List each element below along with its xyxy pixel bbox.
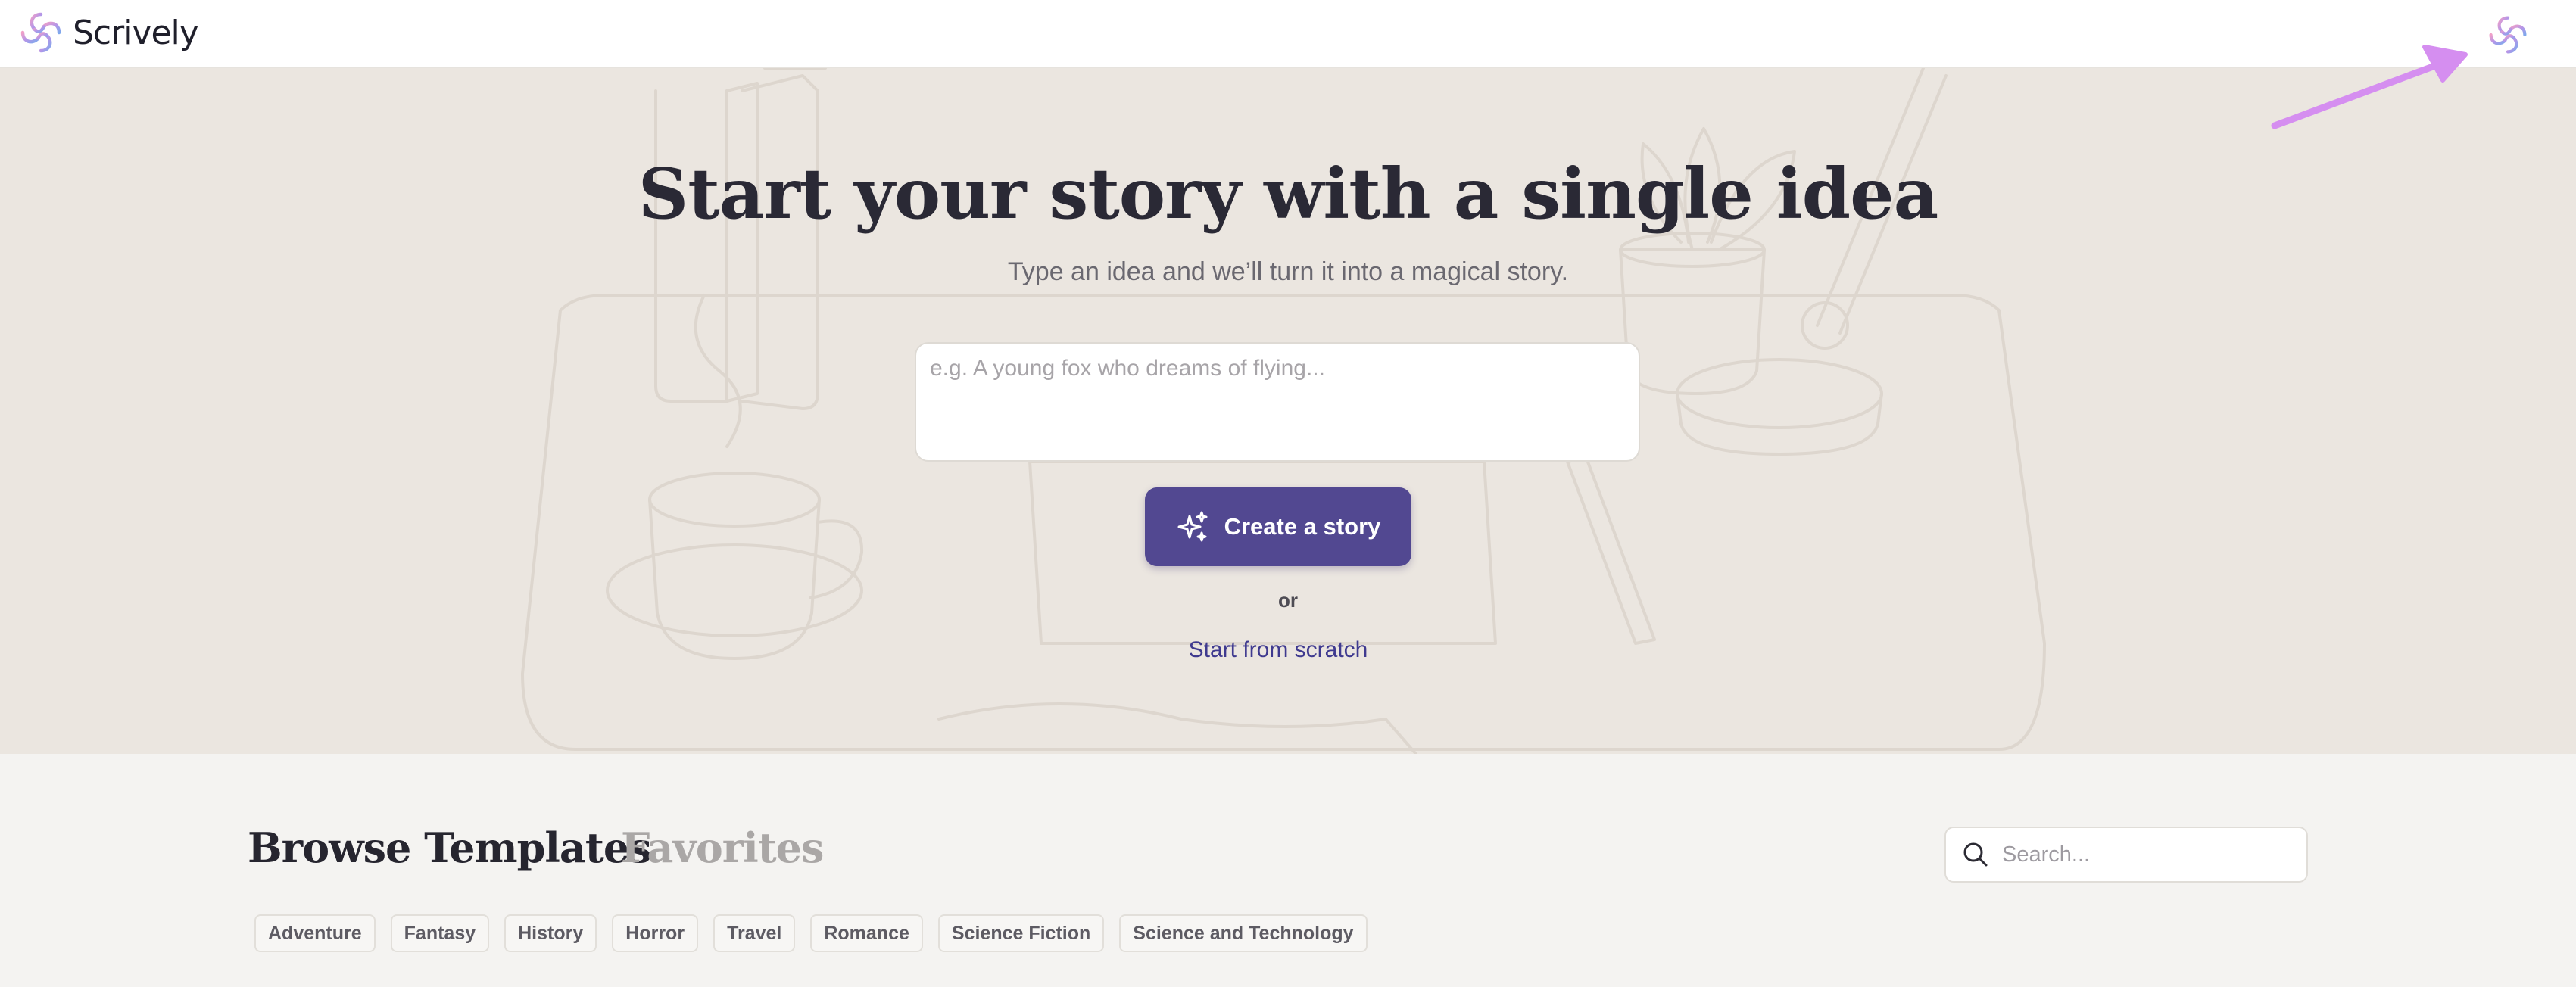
account-menu-icon[interactable] xyxy=(2487,14,2529,56)
category-chip-history[interactable]: History xyxy=(504,914,597,952)
template-search-input[interactable] xyxy=(2001,841,2296,868)
category-chip-romance[interactable]: Romance xyxy=(810,914,923,952)
search-icon xyxy=(1963,842,1988,867)
start-from-scratch-link[interactable]: Start from scratch xyxy=(1136,637,1421,672)
category-filter-list: Adventure Fantasy History Horror Travel … xyxy=(254,914,1368,952)
brand-name: Scrively xyxy=(73,13,199,52)
category-chip-science-and-technology[interactable]: Science and Technology xyxy=(1119,914,1368,952)
tab-favorites[interactable]: Favorites xyxy=(621,824,824,872)
create-story-button[interactable]: Create a story xyxy=(1145,487,1411,566)
category-chip-travel[interactable]: Travel xyxy=(713,914,796,952)
template-search-box[interactable] xyxy=(1944,827,2308,883)
story-idea-input[interactable] xyxy=(915,342,1640,462)
category-chip-horror[interactable]: Horror xyxy=(612,914,699,952)
hero-title: Start your story with a single idea xyxy=(638,153,1938,235)
hero-section: Start your story with a single idea Type… xyxy=(0,68,2576,754)
or-divider-text: or xyxy=(1278,589,1298,612)
top-navigation-bar: Scrively xyxy=(0,0,2576,68)
brand-home-link[interactable]: Scrively xyxy=(18,9,199,56)
annotation-arrow-icon xyxy=(2271,45,2468,129)
tab-browse-templates[interactable]: Browse Templates xyxy=(248,824,652,872)
category-chip-science-fiction[interactable]: Science Fiction xyxy=(937,914,1105,952)
hero-subtitle: Type an idea and we’ll turn it into a ma… xyxy=(1007,257,1569,286)
sparkles-icon xyxy=(1177,511,1208,542)
swirl-logo-icon xyxy=(20,12,61,53)
category-chip-fantasy[interactable]: Fantasy xyxy=(390,914,490,952)
create-story-button-label: Create a story xyxy=(1224,513,1381,540)
templates-section: Browse Templates Favorites Adventure Fan… xyxy=(0,754,2576,987)
category-chip-adventure[interactable]: Adventure xyxy=(254,914,376,952)
